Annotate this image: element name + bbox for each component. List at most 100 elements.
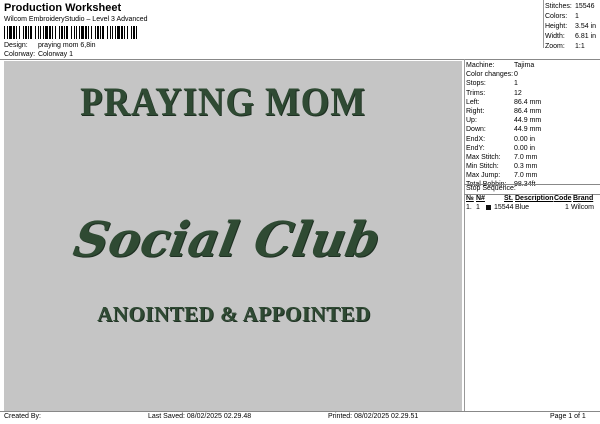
barcode-bar (71, 26, 72, 39)
barcode-bar (136, 26, 137, 39)
barcode-bar (121, 26, 123, 39)
printed-date: Printed: 08/02/2025 02.29.51 (328, 413, 419, 420)
barcode-bar (115, 26, 116, 39)
stats-box: Stitches: 15546 Colors: 1 Height: 3.54 in W… (545, 2, 598, 52)
barcode-bar (59, 26, 60, 39)
barcode-bar (49, 26, 51, 39)
design-label: Design: (4, 42, 28, 49)
stats-divider (543, 0, 544, 48)
stat-stitches: Stitches: 15546 (545, 3, 595, 10)
barcode-bar (30, 26, 32, 39)
barcode-bar (35, 26, 36, 39)
info-max-stitch: Max Stitch: 7.0 mm (466, 153, 538, 161)
last-saved: Last Saved: 08/02/2025 02.29.48 (148, 413, 252, 420)
barcode-bar (52, 26, 53, 39)
barcode-bar (40, 26, 41, 39)
colorway-label: Colorway: (4, 51, 36, 58)
col-n: N# (476, 195, 485, 202)
row-no: 1. (466, 204, 472, 211)
info-down: Down: 44.9 mm (466, 126, 542, 134)
barcode-bar (95, 26, 96, 39)
col-code: Code (554, 195, 572, 202)
info-min-stitch: Min Stitch: 0.3 mm (466, 163, 538, 171)
info-right: Right: 86.4 mm (466, 107, 542, 115)
col-no: № (466, 195, 474, 202)
barcode-bar (61, 26, 63, 39)
stat-width: Width: 6.81 in (545, 33, 597, 40)
barcode-bar (4, 26, 5, 39)
barcode-bar (7, 26, 8, 39)
info-stops: Stops: 1 (466, 80, 518, 88)
page-number: Page 1 of 1 (550, 413, 586, 420)
design-value: praying mom 6,8in (37, 42, 96, 49)
row-n: 1 (476, 204, 480, 211)
barcode-bar (76, 26, 77, 39)
info-left: Left: 86.4 mm (466, 98, 542, 106)
info-trims: Trims: 12 (466, 89, 522, 97)
info-endx: EndX: 0.00 in (466, 135, 536, 143)
barcode-bar (102, 26, 104, 39)
barcode-bar (97, 26, 99, 39)
barcode-bar (28, 26, 29, 39)
software-name: Wilcom EmbroideryStudio – Level 3 Advanc… (4, 16, 148, 23)
barcode-bar (110, 26, 111, 39)
stat-colors: Colors: 1 (545, 13, 579, 20)
barcode-bar (9, 26, 12, 39)
barcode-bar (23, 26, 24, 39)
col-st: St. (504, 195, 513, 202)
info-endy: EndY: 0.00 in (466, 144, 536, 152)
barcode-bar (55, 26, 56, 39)
barcode-bar (88, 26, 89, 39)
row-code: 1 (565, 204, 569, 211)
stop-sequence-table: № N# St. Description Code Brand 1. 1 155… (466, 195, 598, 215)
colorway-value: Colorway 1 (37, 51, 73, 58)
design-text-line3: ANOINTED & APPOINTED (97, 302, 371, 326)
info-machine: Machine: Tajima (466, 62, 535, 69)
barcode-bar (38, 26, 39, 39)
barcode-bar (13, 26, 15, 39)
info-color-changes: Color changes: 0 (466, 71, 518, 79)
worksheet-title: Production Worksheet (4, 2, 122, 14)
barcode-bar (124, 26, 125, 39)
panel-divider (464, 59, 465, 411)
barcode-bar (131, 26, 132, 39)
barcode-bar (100, 26, 101, 39)
design-row: Design: praying mom 6,8in (4, 42, 96, 49)
barcode-bar (74, 26, 75, 39)
colorway-row: Colorway: Colorway 1 (4, 51, 73, 58)
barcode-bar (85, 26, 87, 39)
design-text-line2: Social Club (69, 212, 385, 268)
barcode-bar (91, 26, 92, 39)
barcode-bar (64, 26, 65, 39)
barcode-bar (117, 26, 120, 39)
barcode-bar (127, 26, 128, 39)
barcode-bar (112, 26, 113, 39)
design-text-line1: PRAYING MOM (80, 79, 366, 124)
footer-divider (0, 411, 600, 412)
barcode-bar (133, 26, 135, 39)
barcode-bar (19, 26, 20, 39)
barcode-bar (107, 26, 108, 39)
color-swatch (486, 205, 491, 210)
stat-zoom: Zoom: 1:1 (545, 43, 585, 50)
barcode-bar (16, 26, 17, 39)
barcode-bar (45, 26, 48, 39)
header-divider (0, 59, 600, 60)
created-by: Created By: (4, 413, 41, 420)
stat-height: Height: 3.54 in (545, 23, 597, 30)
barcode-bar (43, 26, 44, 39)
barcode-bar (79, 26, 80, 39)
info-max-jump: Max Jump: 7.0 mm (466, 172, 538, 180)
info-up: Up: 44.9 mm (466, 117, 542, 125)
col-brand: Brand (573, 195, 594, 202)
barcode-bar (81, 26, 84, 39)
row-description: Blue (515, 204, 530, 211)
stop-sequence-heading: Stop Sequence: (466, 185, 516, 192)
row-brand: Wilcom (571, 204, 594, 211)
row-st: 15544 (494, 204, 514, 211)
machine-info-panel: Machine: Tajima Color changes: 0 Stops: 1 T… (466, 61, 598, 190)
barcode-bar (25, 26, 27, 39)
barcode (4, 26, 137, 39)
barcode-bar (66, 26, 68, 39)
col-description: Description (515, 195, 554, 202)
